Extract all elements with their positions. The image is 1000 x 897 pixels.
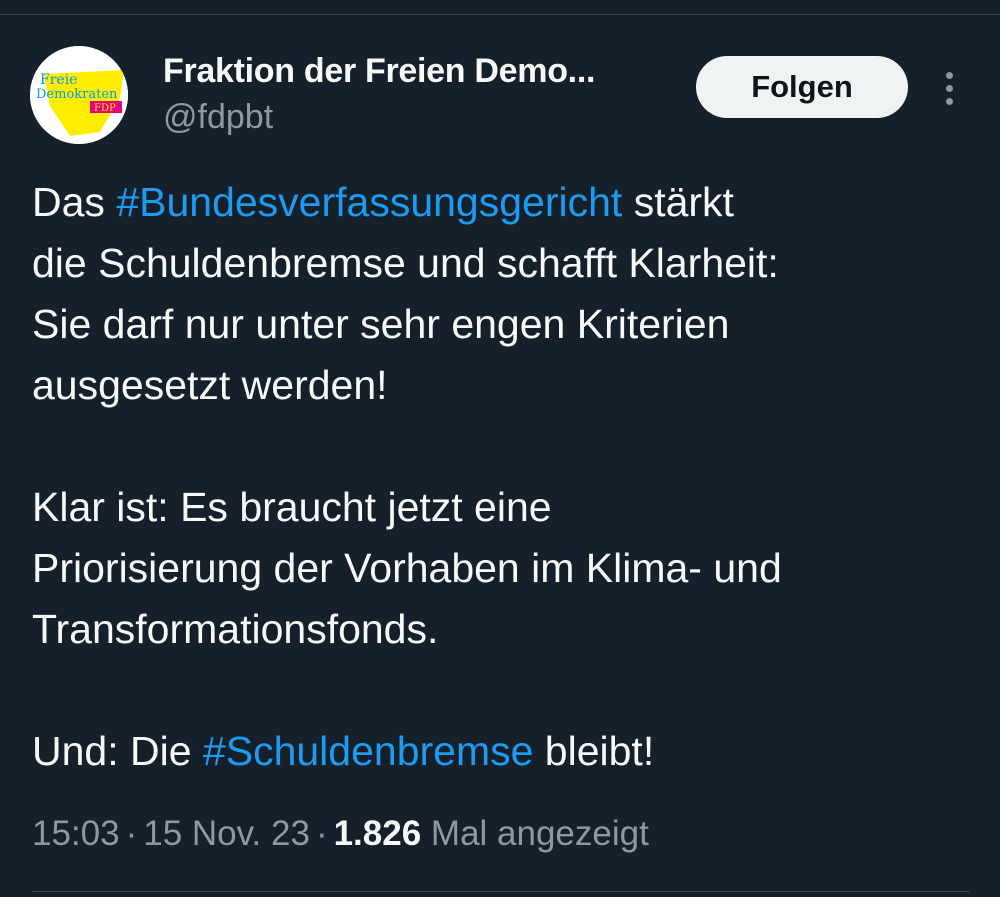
tweet-line: die Schuldenbremse und schafft Klarheit:: [32, 240, 779, 286]
tweet-meta: 15:03 · 15 Nov. 23 · 1.826 Mal angezeigt: [32, 814, 649, 854]
tweet-text-segment: Und: Die: [32, 728, 203, 774]
tweet-text: Das #Bundesverfassungsgericht stärkt die…: [32, 172, 972, 782]
bottom-divider: [32, 891, 970, 892]
tweet-text-segment: Das: [32, 179, 117, 225]
hashtag-link-schuldenbremse[interactable]: #Schuldenbremse: [203, 728, 533, 774]
hashtag-link-bundesverfassungsgericht[interactable]: #Bundesverfassungsgericht: [116, 179, 622, 225]
views-label: Mal angezeigt: [421, 814, 649, 853]
more-dot: [945, 71, 953, 79]
avatar-logo-line-3: FDP: [94, 103, 116, 114]
tweet-line: Priorisierung der Vorhaben im Klima- und: [32, 545, 782, 591]
avatar[interactable]: Freie Demokraten FDP: [30, 46, 128, 144]
tweet-line: Das #Bundesverfassungsgericht stärkt: [32, 172, 972, 233]
display-name[interactable]: Fraktion der Freien Demo...: [163, 52, 595, 91]
meta-separator: ·: [125, 814, 138, 853]
follow-button[interactable]: Folgen: [696, 56, 908, 118]
tweet-date[interactable]: 15 Nov. 23: [143, 814, 310, 853]
fdp-logo-icon: Freie Demokraten FDP: [30, 46, 128, 144]
more-vertical-icon[interactable]: [934, 66, 964, 110]
account-handle[interactable]: @fdpbt: [163, 98, 273, 137]
more-dot: [945, 97, 953, 105]
top-divider: [0, 14, 1000, 15]
meta-separator: ·: [315, 814, 328, 853]
tweet-text-segment: stärkt: [622, 179, 734, 225]
tweet-line: Transformationsfonds.: [32, 606, 439, 652]
more-dot: [945, 84, 953, 92]
avatar-logo-line-1: Freie: [40, 72, 77, 88]
tweet-time[interactable]: 15:03: [32, 814, 120, 853]
tweet-line: Und: Die #Schuldenbremse bleibt!: [32, 721, 972, 782]
avatar-logo-line-2: Demokraten: [36, 87, 118, 102]
tweet-line: Klar ist: Es braucht jetzt eine: [32, 484, 552, 530]
tweet-text-segment: bleibt!: [533, 728, 655, 774]
tweet-line: Sie darf nur unter sehr engen Kriterien: [32, 301, 730, 347]
views-count: 1.826: [333, 814, 422, 853]
tweet-line: ausgesetzt werden!: [32, 362, 388, 408]
